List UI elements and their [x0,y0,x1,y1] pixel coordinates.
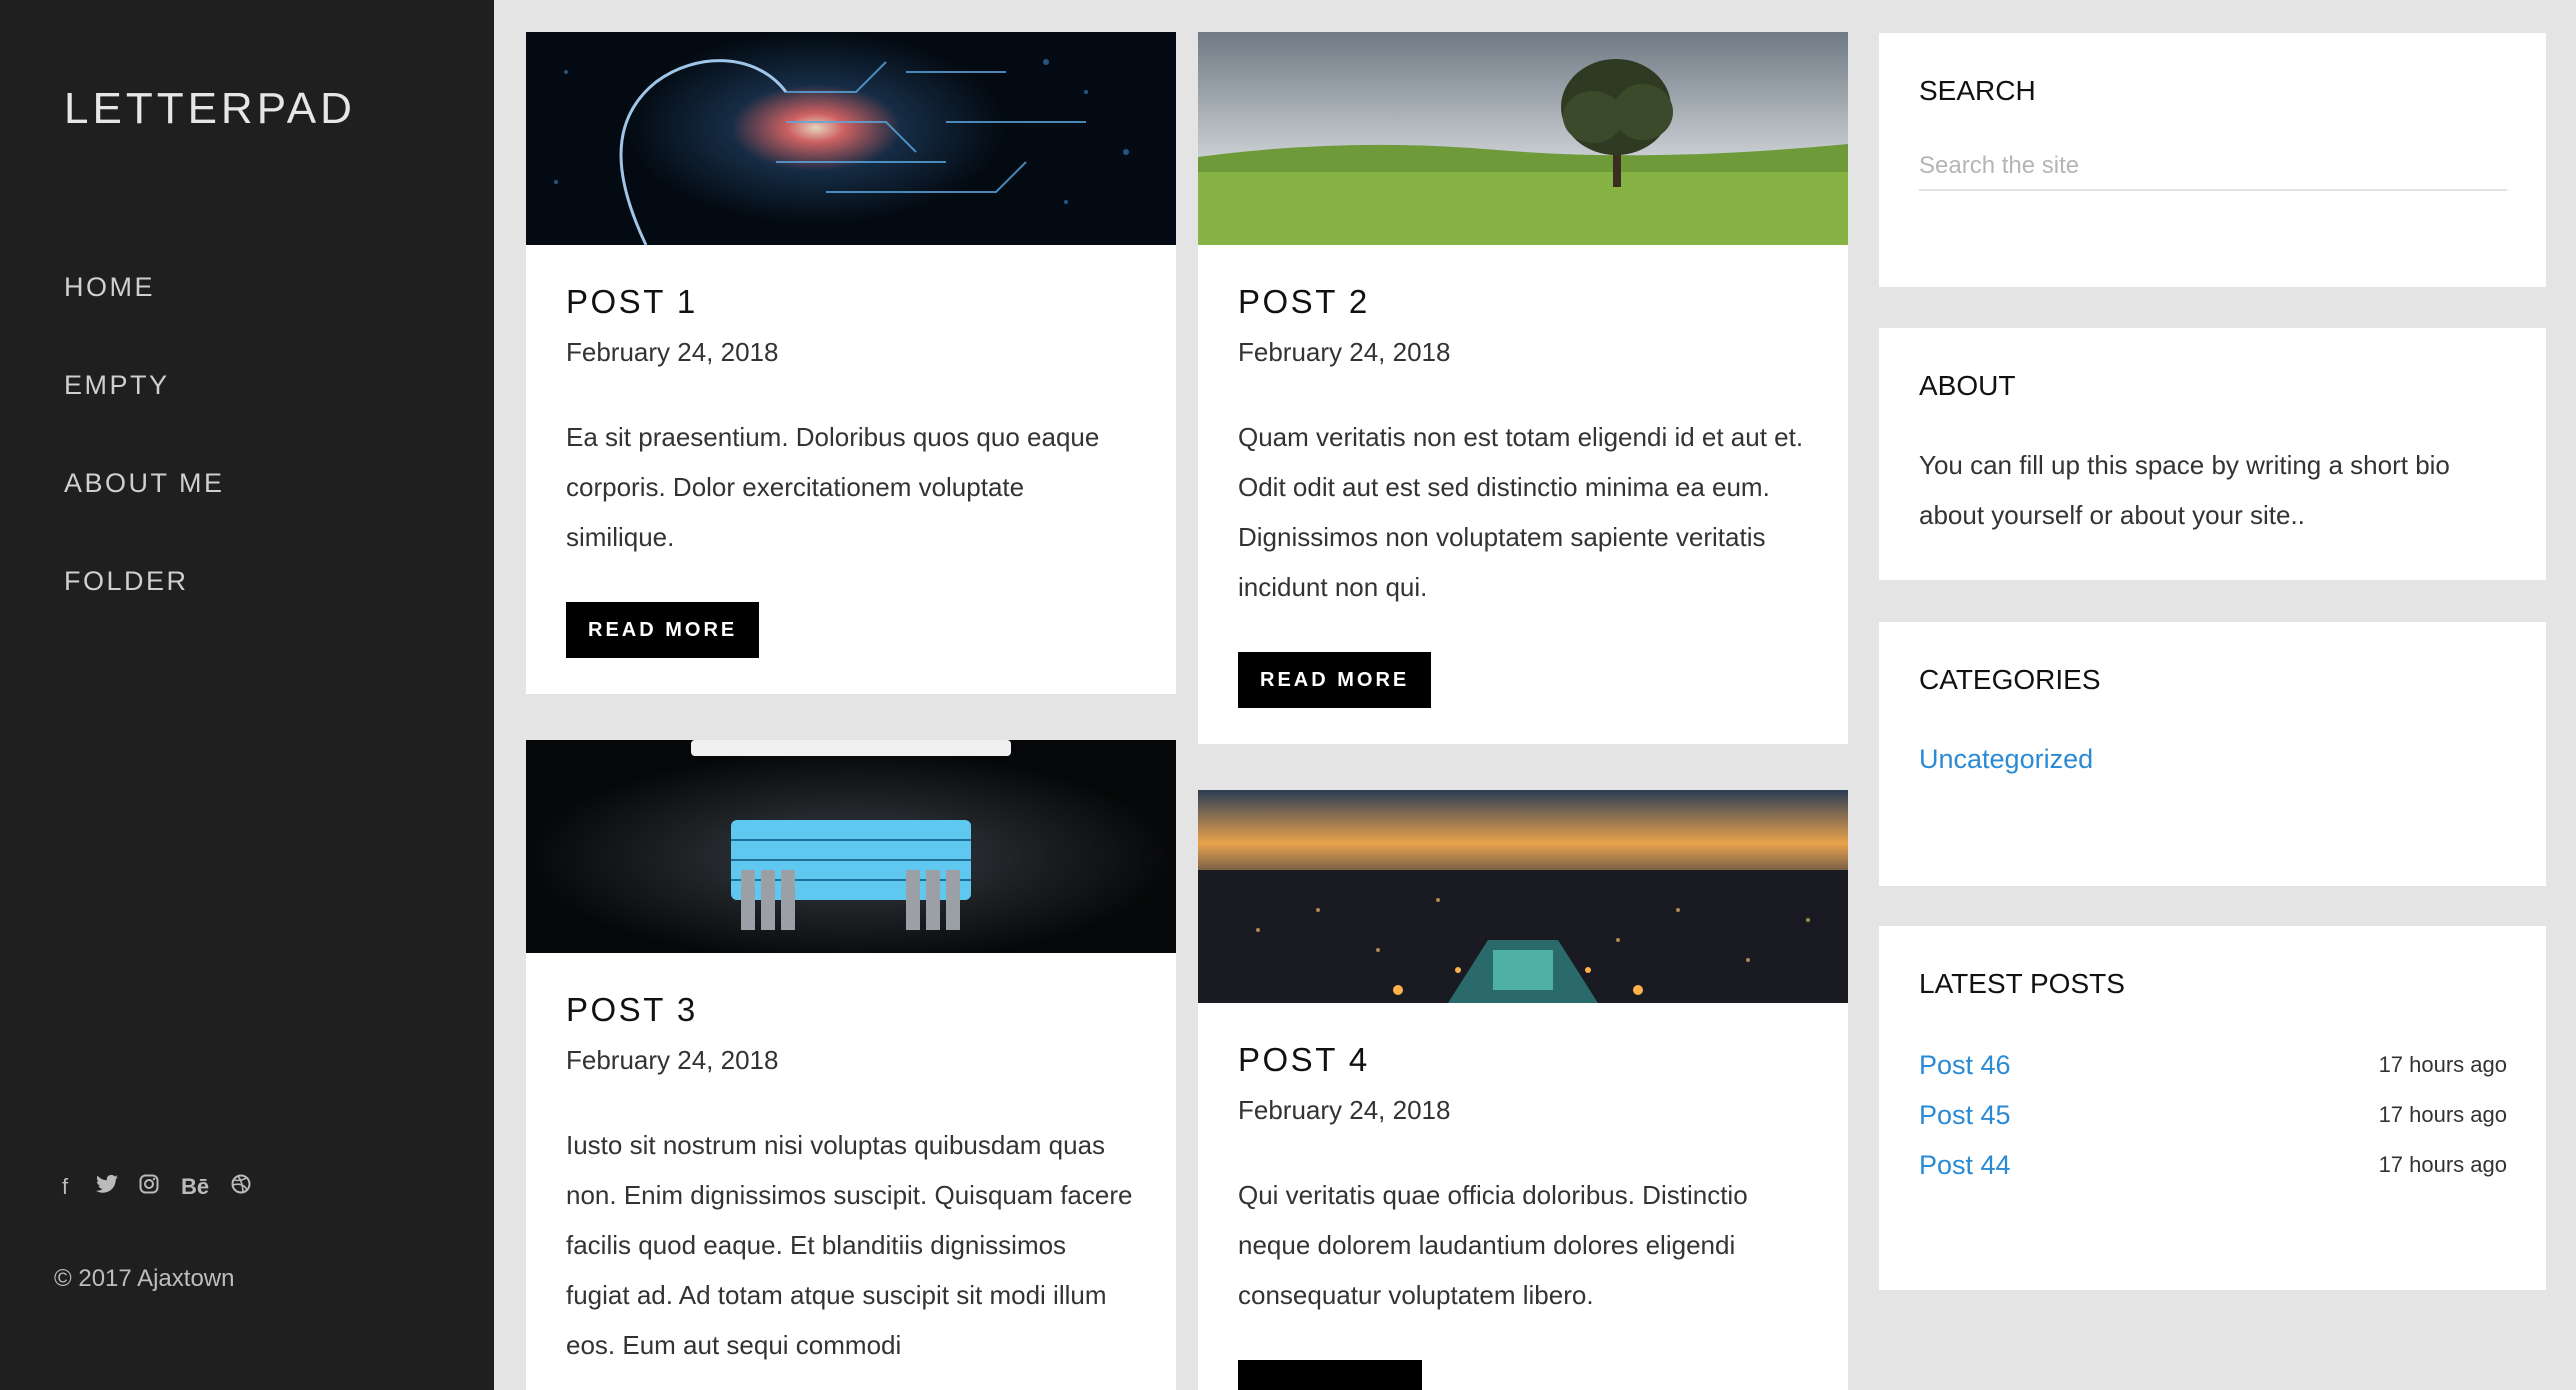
post-image-city-night[interactable] [1198,790,1848,1003]
search-input[interactable] [1919,143,2507,191]
read-more-button[interactable]: READ MORE [566,602,760,658]
about-widget: ABOUT You can fill up this space by writ… [1879,328,2546,580]
post-card: POST 4 February 24, 2018 Qui veritatis q… [1198,790,1848,1390]
list-item: Post 45 17 hours ago [1919,1090,2507,1140]
about-text: You can fill up this space by writing a … [1919,450,2450,530]
post-excerpt: Quam veritatis non est totam eligendi id… [1238,422,1804,602]
latest-posts-widget: LATEST POSTS Post 46 17 hours ago Post 4… [1879,926,2546,1290]
main-nav: HOME EMPTY ABOUT ME FOLDER [64,260,225,652]
post-excerpt: Ea sit praesentium. Doloribus quos quo e… [566,422,1100,552]
social-links: f Bē [54,1174,252,1200]
latest-post-time: 17 hours ago [2378,1052,2507,1077]
facebook-icon[interactable]: f [54,1174,76,1200]
post-title[interactable]: POST 2 [1238,283,1808,321]
post-card: POST 1 February 24, 2018 Ea sit praesent… [526,32,1176,694]
post-title[interactable]: POST 1 [566,283,1136,321]
list-item: Post 44 17 hours ago [1919,1140,2507,1190]
widget-title: CATEGORIES [1919,664,2101,695]
behance-icon[interactable]: Bē [180,1174,210,1200]
post-excerpt: Qui veritatis quae officia doloribus. Di… [1238,1180,1748,1310]
post-card: POST 3 February 24, 2018 Iusto sit nostr… [526,740,1176,1390]
latest-post-link[interactable]: Post 46 [1919,1050,2011,1081]
copyright: © 2017 Ajaxtown [54,1265,235,1292]
post-excerpt: Iusto sit nostrum nisi voluptas quibusda… [566,1130,1133,1360]
latest-post-link[interactable]: Post 44 [1919,1150,2011,1181]
post-date: February 24, 2018 [1238,1095,1451,1125]
widget-title: SEARCH [1919,75,2036,106]
nav-item-about-me[interactable]: ABOUT ME [64,456,225,554]
latest-post-link[interactable]: Post 45 [1919,1100,2011,1131]
post-date: February 24, 2018 [1238,337,1451,367]
search-widget: SEARCH [1879,33,2546,287]
widget-title: ABOUT [1919,370,2016,401]
post-title[interactable]: POST 3 [566,991,1136,1029]
read-more-button[interactable]: READ MORE [1238,652,1432,708]
post-date: February 24, 2018 [566,337,779,367]
dribbble-icon[interactable] [230,1174,252,1200]
post-card: POST 2 February 24, 2018 Quam veritatis … [1198,32,1848,744]
sidebar: LETTERPAD HOME EMPTY ABOUT ME FOLDER f B… [0,0,494,1390]
widget-title: LATEST POSTS [1919,968,2125,999]
post-title[interactable]: POST 4 [1238,1041,1808,1079]
nav-item-home[interactable]: HOME [64,260,225,358]
nav-item-empty[interactable]: EMPTY [64,358,225,456]
nav-item-folder[interactable]: FOLDER [64,554,225,652]
instagram-icon[interactable] [138,1174,160,1200]
read-more-button[interactable] [1238,1360,1422,1390]
twitter-icon[interactable] [96,1174,118,1200]
categories-widget: CATEGORIES Uncategorized [1879,622,2546,886]
list-item: Post 46 17 hours ago [1919,1040,2507,1090]
post-image-robot-keyboard[interactable] [526,740,1176,953]
latest-post-time: 17 hours ago [2378,1152,2507,1177]
latest-post-time: 17 hours ago [2378,1102,2507,1127]
post-image-ai-circuit[interactable] [526,32,1176,245]
category-link-uncategorized[interactable]: Uncategorized [1919,744,2093,775]
post-image-tree-field[interactable] [1198,32,1848,245]
site-logo[interactable]: LETTERPAD [64,84,356,134]
post-date: February 24, 2018 [566,1045,779,1075]
